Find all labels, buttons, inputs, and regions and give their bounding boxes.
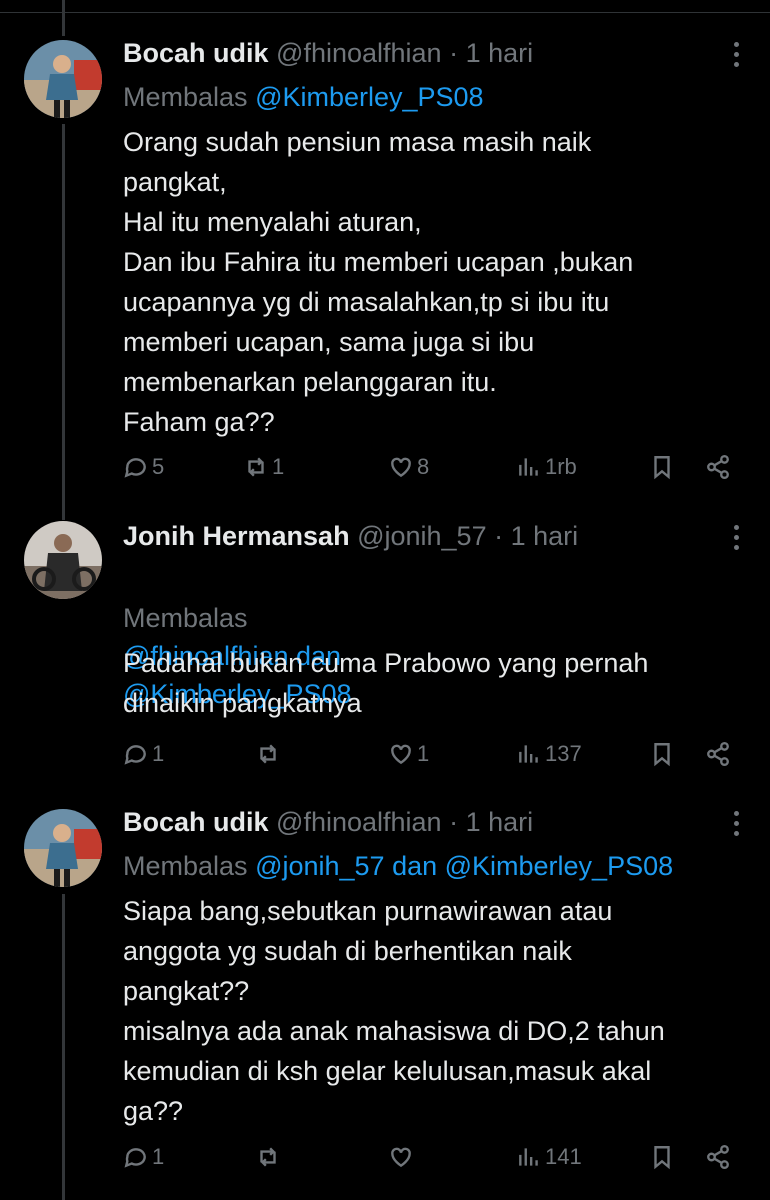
bookmark-button[interactable] [649,739,675,769]
views-button[interactable]: 137 [516,739,582,769]
top-divider [0,12,770,13]
replying-to-label: Membalas [123,82,248,112]
like-icon [391,744,411,765]
author-name[interactable]: Bocah udik [123,807,269,837]
tweet[interactable]: Bocah udik @fhinoalfhian · 1 hari Membal… [0,36,770,506]
bookmark-icon [654,1146,670,1170]
thread-line [62,0,65,36]
replying-to-label: Membalas [123,851,248,881]
like-button[interactable] [388,1142,417,1172]
reply-button[interactable]: 5 [123,452,164,482]
repost-button[interactable] [255,739,284,769]
repost-icon [260,744,276,764]
action-bar: 1 141 [123,1142,740,1172]
like-button[interactable]: 8 [388,452,429,482]
reply-mention[interactable]: @jonih_57 dan @Kimberley_PS08 [255,851,673,881]
bookmark-icon [654,456,670,480]
avatar[interactable] [24,809,102,887]
author-handle[interactable]: @fhinoalfhian [276,807,442,837]
share-button[interactable] [705,452,731,482]
more-icon[interactable] [732,42,740,72]
author-handle[interactable]: @jonih_57 [357,521,487,551]
share-button[interactable] [705,739,731,769]
more-icon[interactable] [732,525,740,555]
timestamp[interactable]: 1 hari [466,807,534,837]
share-button[interactable] [705,1142,731,1172]
reply-count: 1 [152,741,165,766]
repost-button[interactable] [255,1142,284,1172]
repost-count: 1 [272,454,285,479]
views-icon [519,458,538,476]
author-name[interactable]: Bocah udik [123,38,269,68]
separator-dot: · [494,521,504,551]
like-count: 8 [417,454,430,479]
avatar-image [24,521,102,599]
bookmark-button[interactable] [649,1142,675,1172]
share-icon [707,1144,729,1170]
avatar-image [24,809,102,887]
replying-to: Membalas @jonih_57 dan @Kimberley_PS08 [123,847,730,885]
reply-button[interactable]: 1 [123,739,164,769]
like-button[interactable]: 1 [388,739,429,769]
reply-icon [124,745,146,765]
timestamp[interactable]: 1 hari [466,38,534,68]
author-name[interactable]: Jonih Hermansah [123,521,350,551]
like-count: 1 [417,741,430,766]
views-button[interactable]: 1rb [516,452,577,482]
reply-button[interactable]: 1 [123,1142,164,1172]
more-icon[interactable] [732,811,740,841]
like-icon [391,457,411,478]
action-bar: 5 1 8 1rb [123,452,740,482]
reply-icon [124,458,146,478]
bookmark-icon [654,743,670,767]
repost-button[interactable]: 1 [243,452,284,482]
views-button[interactable]: 141 [516,1142,582,1172]
reply-count: 5 [152,454,165,479]
separator-dot: · [449,38,459,68]
repost-icon [248,457,264,477]
avatar[interactable] [24,40,102,118]
views-icon [519,1148,538,1166]
repost-icon [260,1147,276,1167]
avatar[interactable] [24,521,102,599]
view-count: 1rb [545,454,577,479]
author-handle[interactable]: @fhinoalfhian [276,38,442,68]
share-icon [707,741,729,767]
tweet-text: Orang sudah pensiun masa masih naik pang… [123,127,634,437]
avatar-image [24,40,102,118]
timestamp[interactable]: 1 hari [511,521,579,551]
view-count: 137 [545,741,582,766]
tweet-text: Padahal bukan cuma Prabowo yang pernah d… [123,648,649,718]
tweet-text: Siapa bang,sebutkan purnawirawan atau an… [123,896,665,1126]
reply-count: 1 [152,1144,165,1169]
like-icon [391,1147,411,1168]
views-icon [519,745,538,763]
reply-mention[interactable]: @Kimberley_PS08 [255,82,484,112]
replying-to: Membalas @Kimberley_PS08 [123,78,730,116]
replying-to-label: Membalas [123,603,248,633]
reply-icon [124,1148,146,1168]
bookmark-button[interactable] [649,452,675,482]
action-bar: 1 1 137 [123,739,740,769]
share-icon [707,454,729,480]
separator-dot: · [449,807,459,837]
tweet[interactable]: Bocah udik @fhinoalfhian · 1 hari Membal… [0,805,770,1200]
tweet[interactable]: Jonih Hermansah @jonih_57 · 1 hari Memba… [0,519,770,795]
view-count: 141 [545,1144,582,1169]
